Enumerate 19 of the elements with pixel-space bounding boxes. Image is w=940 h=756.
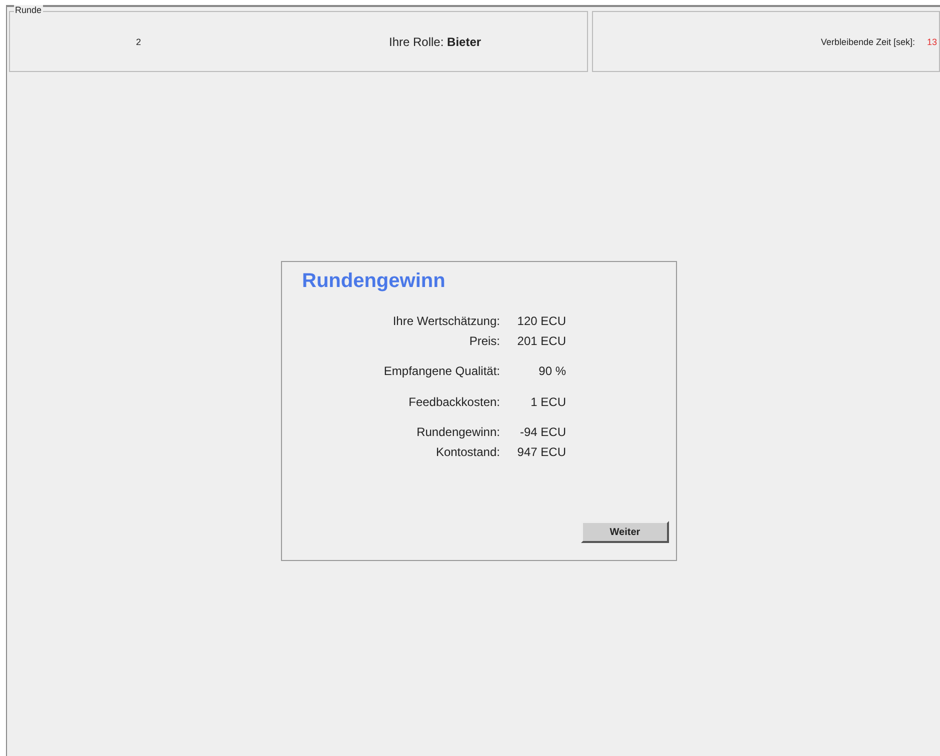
field-label: Ihre Wertschätzung: — [392, 313, 500, 330]
field-value: 947 ECU — [516, 444, 566, 460]
field-value: -94 ECU — [518, 424, 566, 441]
field-label: Feedbackkosten: — [408, 394, 500, 410]
field-label: Empfangene Qualität: — [382, 363, 500, 380]
field-label: Kontostand: — [434, 444, 500, 460]
round-number: 2 — [136, 36, 142, 46]
field-label: Rundengewinn: — [416, 424, 500, 441]
field-label: Preis: — [468, 332, 500, 350]
timer-label: Verbleibende Zeit [sek]: — [820, 36, 915, 46]
timer-value: 13 — [926, 36, 937, 46]
field-value: 90 % — [538, 363, 566, 380]
field-value: 120 ECU — [516, 313, 566, 330]
panel-legend: Runde — [14, 5, 43, 16]
dialog-title: Rundengewinn — [302, 270, 446, 293]
field-value: 201 ECU — [516, 332, 566, 350]
continue-button[interactable]: Weiter — [581, 521, 669, 543]
field-value: 1 ECU — [530, 394, 566, 410]
role-text: Ihre Rolle: Bieter — [389, 34, 482, 48]
